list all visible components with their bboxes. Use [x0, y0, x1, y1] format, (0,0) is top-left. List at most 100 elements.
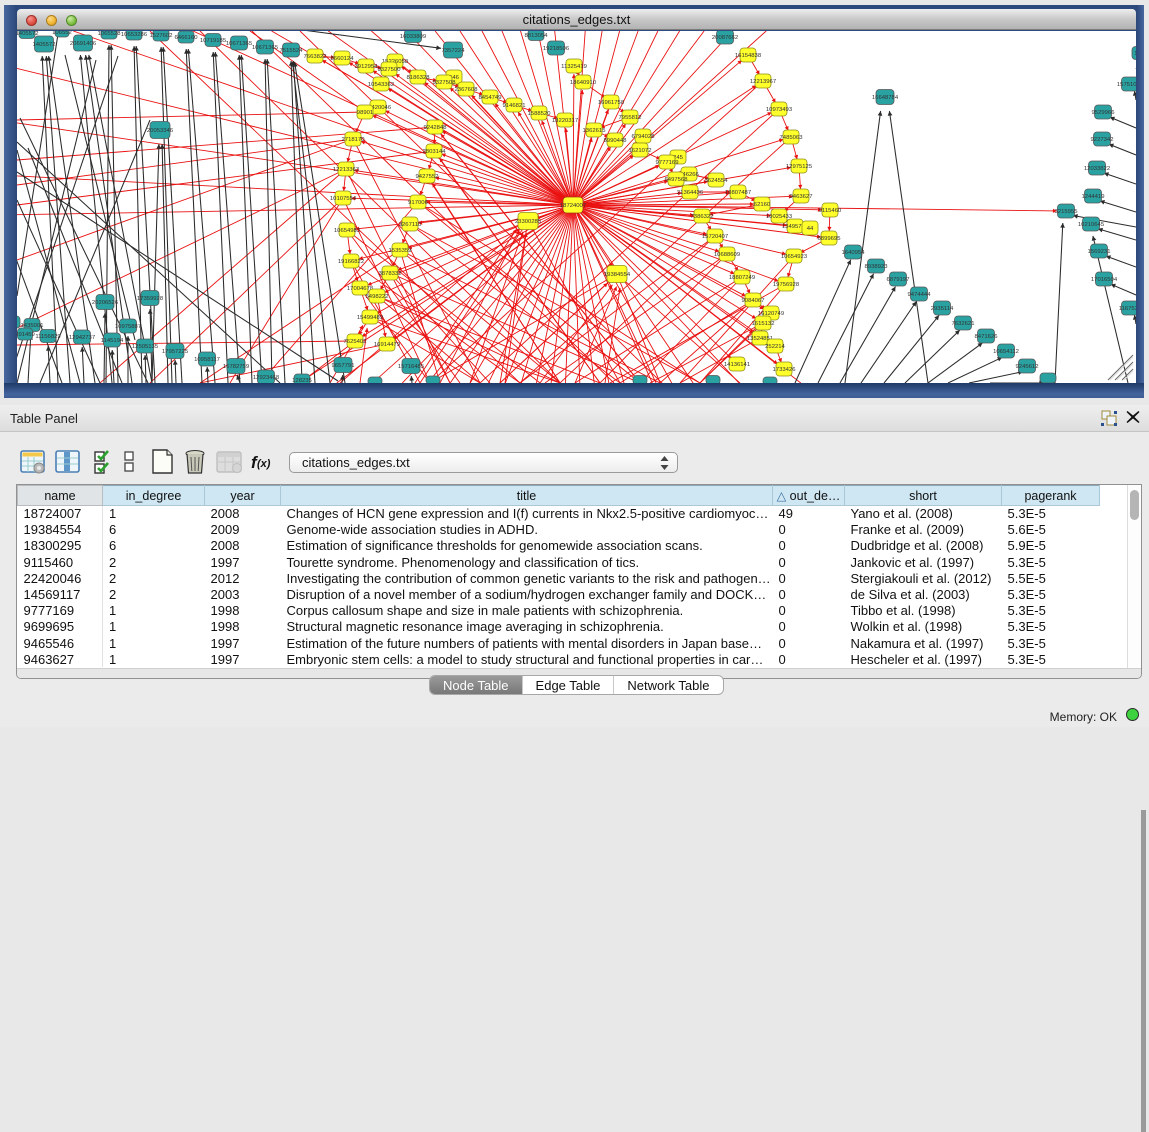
- svg-text:1588520: 1588520: [528, 111, 552, 117]
- svg-text:3624554: 3624554: [705, 178, 729, 184]
- svg-text:1640954: 1640954: [842, 250, 866, 256]
- svg-text:8813054: 8813054: [525, 33, 549, 39]
- svg-text:12033822: 12033822: [1084, 166, 1110, 172]
- svg-text:2367608: 2367608: [455, 87, 479, 93]
- svg-text:3215955: 3215955: [1055, 209, 1079, 215]
- svg-text:10671365: 10671365: [252, 45, 279, 51]
- svg-text:12213967: 12213967: [750, 79, 776, 85]
- svg-text:8938923: 8938923: [865, 264, 889, 270]
- svg-text:3912954: 3912954: [355, 64, 379, 70]
- svg-text:18640910: 18640910: [570, 80, 597, 86]
- svg-text:20053346: 20053346: [147, 128, 174, 134]
- svg-text:19756928: 19756928: [773, 282, 800, 288]
- svg-text:7386322: 7386322: [691, 214, 714, 220]
- svg-text:12213363: 12213363: [333, 167, 360, 173]
- svg-text:12942737: 12942737: [69, 335, 95, 341]
- svg-text:10719185: 10719185: [200, 38, 227, 44]
- svg-text:9657791: 9657791: [332, 363, 355, 369]
- svg-text:10807487: 10807487: [725, 190, 751, 196]
- svg-text:18724007: 18724007: [560, 203, 586, 209]
- svg-text:17016504: 17016504: [1091, 277, 1118, 283]
- svg-text:9146821: 9146821: [503, 103, 526, 109]
- svg-text:23300285: 23300285: [515, 219, 542, 225]
- svg-text:7625402: 7625402: [344, 339, 367, 345]
- svg-text:9529966: 9529966: [1092, 110, 1116, 116]
- svg-text:20206526: 20206526: [92, 300, 119, 306]
- svg-text:10958117: 10958117: [194, 357, 220, 363]
- svg-text:1145194: 1145194: [101, 338, 124, 344]
- svg-text:6466160: 6466160: [175, 35, 199, 41]
- svg-text:15716485: 15716485: [398, 364, 425, 370]
- svg-text:1527602: 1527602: [150, 33, 173, 39]
- svg-text:19384554: 19384554: [604, 272, 631, 278]
- svg-text:1362615: 1362615: [583, 128, 607, 134]
- svg-text:10654112: 10654112: [993, 349, 1019, 355]
- svg-text:9115460: 9115460: [819, 208, 842, 214]
- svg-text:11325419: 11325419: [561, 64, 587, 70]
- svg-text:18807249: 18807249: [729, 275, 755, 281]
- svg-text:1405572: 1405572: [33, 42, 56, 48]
- svg-text:8454749: 8454749: [479, 95, 502, 101]
- svg-text:2803144: 2803144: [423, 149, 447, 155]
- svg-text:10543362: 10543362: [368, 82, 394, 88]
- svg-text:5498222: 5498222: [366, 294, 389, 300]
- svg-text:10210645: 10210645: [1078, 222, 1105, 228]
- svg-text:8660124: 8660124: [331, 56, 355, 62]
- svg-text:9327508: 9327508: [433, 80, 457, 86]
- svg-text:2935114: 2935114: [931, 306, 954, 312]
- svg-text:1569231: 1569231: [1088, 249, 1111, 255]
- svg-text:1244419: 1244419: [1082, 194, 1105, 200]
- svg-text:9084067: 9084067: [742, 298, 765, 304]
- svg-text:1405572: 1405572: [17, 31, 38, 37]
- svg-text:16782759: 16782759: [223, 364, 249, 370]
- svg-text:7632621: 7632621: [952, 321, 975, 327]
- svg-text:7485063: 7485063: [780, 135, 804, 141]
- svg-text:10671365: 10671365: [226, 41, 253, 47]
- svg-text:3878332: 3878332: [379, 271, 402, 277]
- svg-text:12923468: 12923468: [253, 375, 280, 381]
- svg-text:10973493: 10973493: [766, 107, 793, 113]
- svg-text:12975125: 12975125: [786, 164, 813, 170]
- svg-text:991459: 991459: [17, 332, 35, 338]
- svg-text:1065528: 1065528: [98, 31, 122, 37]
- svg-text:19166822: 19166822: [338, 259, 364, 265]
- svg-text:106552: 106552: [52, 31, 72, 36]
- svg-text:17957225: 17957225: [162, 349, 189, 355]
- svg-text:18220317: 18220317: [552, 118, 578, 124]
- svg-text:15720407: 15720407: [702, 234, 728, 240]
- svg-text:21364436: 21364436: [677, 190, 704, 196]
- svg-text:15499489: 15499489: [357, 315, 383, 321]
- svg-text:9427552: 9427552: [416, 174, 439, 180]
- svg-text:(x): (x): [257, 458, 271, 470]
- svg-text:12505135: 12505135: [132, 344, 159, 350]
- svg-text:10653286: 10653286: [121, 32, 148, 38]
- svg-text:9777169: 9777169: [656, 160, 679, 166]
- svg-text:128235: 128235: [292, 378, 312, 383]
- svg-text:16033809: 16033809: [400, 34, 426, 40]
- svg-text:98901: 98901: [357, 110, 373, 116]
- svg-text:7663822: 7663822: [304, 54, 327, 60]
- svg-text:8990448: 8990448: [604, 138, 628, 144]
- svg-text:1167533: 1167533: [1119, 306, 1136, 312]
- svg-text:1535359: 1535359: [389, 248, 412, 254]
- svg-text:10654983: 10654983: [334, 228, 361, 234]
- svg-text:9474444: 9474444: [908, 292, 932, 298]
- svg-text:62160: 62160: [754, 202, 771, 208]
- svg-text:20087662: 20087662: [712, 35, 738, 41]
- svg-text:9242848: 9242848: [424, 125, 448, 131]
- svg-text:44: 44: [807, 226, 814, 232]
- svg-text:8471626: 8471626: [975, 334, 999, 340]
- svg-text:7515524: 7515524: [280, 48, 304, 54]
- svg-text:16154838: 16154838: [735, 53, 762, 59]
- svg-text:6497568: 6497568: [665, 177, 689, 183]
- svg-text:16961758: 16961758: [598, 100, 625, 106]
- svg-text:7357224: 7357224: [442, 48, 466, 54]
- svg-text:6879197: 6879197: [887, 277, 910, 283]
- svg-text:6899695: 6899695: [818, 236, 842, 242]
- svg-text:117: 117: [1134, 51, 1136, 57]
- svg-text:16914479: 16914479: [374, 342, 400, 348]
- svg-text:10688609: 10688609: [714, 252, 740, 258]
- svg-text:11156829: 11156829: [35, 334, 60, 340]
- svg-text:252214: 252214: [765, 344, 785, 350]
- svg-text:1615132: 1615132: [752, 321, 775, 327]
